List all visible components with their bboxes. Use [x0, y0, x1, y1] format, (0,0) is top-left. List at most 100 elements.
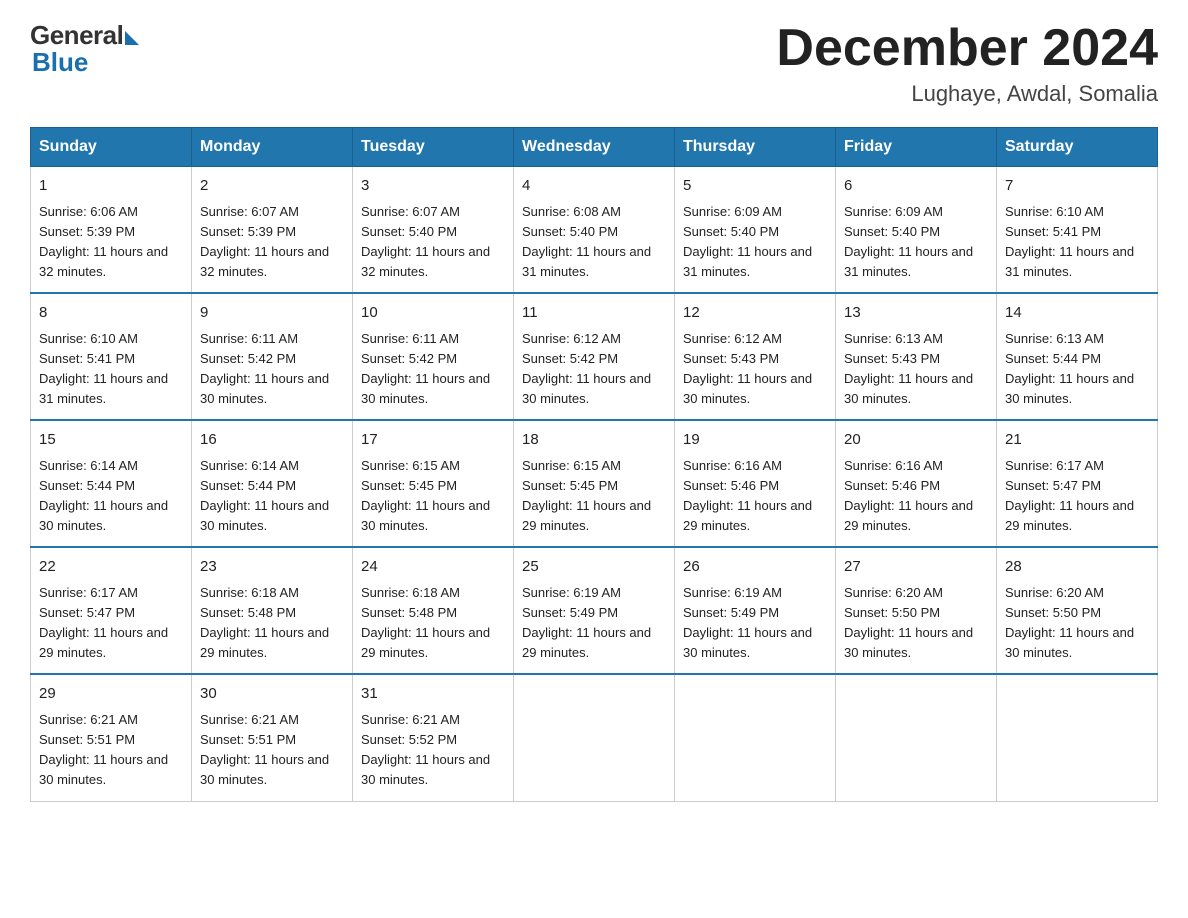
day-info: Sunrise: 6:21 AMSunset: 5:51 PMDaylight:… — [39, 712, 168, 787]
month-title: December 2024 — [776, 20, 1158, 77]
calendar-day-cell: 8 Sunrise: 6:10 AMSunset: 5:41 PMDaylight… — [31, 293, 192, 420]
calendar-day-cell: 13 Sunrise: 6:13 AMSunset: 5:43 PMDayligh… — [836, 293, 997, 420]
day-info: Sunrise: 6:06 AMSunset: 5:39 PMDaylight:… — [39, 204, 168, 279]
day-info: Sunrise: 6:14 AMSunset: 5:44 PMDaylight:… — [39, 458, 168, 533]
day-info: Sunrise: 6:09 AMSunset: 5:40 PMDaylight:… — [844, 204, 973, 279]
day-info: Sunrise: 6:19 AMSunset: 5:49 PMDaylight:… — [683, 585, 812, 660]
calendar-day-cell: 15 Sunrise: 6:14 AMSunset: 5:44 PMDayligh… — [31, 420, 192, 547]
day-info: Sunrise: 6:07 AMSunset: 5:39 PMDaylight:… — [200, 204, 329, 279]
day-number: 14 — [1005, 302, 1149, 325]
page-header: General Blue December 2024 Lughaye, Awda… — [30, 20, 1158, 107]
header-friday: Friday — [836, 128, 997, 167]
day-info: Sunrise: 6:20 AMSunset: 5:50 PMDaylight:… — [844, 585, 973, 660]
day-number: 7 — [1005, 175, 1149, 198]
calendar-week-row: 1Sunrise: 6:06 AMSunset: 5:39 PMDaylight… — [31, 167, 1158, 294]
calendar-day-cell: 5 Sunrise: 6:09 AMSunset: 5:40 PMDaylight… — [675, 167, 836, 294]
day-number: 25 — [522, 556, 666, 579]
day-info: Sunrise: 6:20 AMSunset: 5:50 PMDaylight:… — [1005, 585, 1134, 660]
day-number: 23 — [200, 556, 344, 579]
calendar-day-cell: 28Sunrise: 6:20 AMSunset: 5:50 PMDayligh… — [997, 547, 1158, 674]
day-info: Sunrise: 6:19 AMSunset: 5:49 PMDaylight:… — [522, 585, 651, 660]
day-info: Sunrise: 6:12 AMSunset: 5:42 PMDaylight:… — [522, 331, 651, 406]
day-number: 10 — [361, 302, 505, 325]
header-sunday: Sunday — [31, 128, 192, 167]
calendar-day-cell: 10 Sunrise: 6:11 AMSunset: 5:42 PMDayligh… — [353, 293, 514, 420]
day-info: Sunrise: 6:11 AMSunset: 5:42 PMDaylight:… — [200, 331, 329, 406]
day-number: 27 — [844, 556, 988, 579]
calendar-day-cell: 3 Sunrise: 6:07 AMSunset: 5:40 PMDaylight… — [353, 167, 514, 294]
calendar-week-row: 29 Sunrise: 6:21 AMSunset: 5:51 PMDayligh… — [31, 674, 1158, 801]
day-number: 4 — [522, 175, 666, 198]
logo: General Blue — [30, 20, 139, 78]
day-info: Sunrise: 6:10 AMSunset: 5:41 PMDaylight:… — [1005, 204, 1134, 279]
day-info: Sunrise: 6:13 AMSunset: 5:44 PMDaylight:… — [1005, 331, 1134, 406]
calendar-day-cell: 25 Sunrise: 6:19 AMSunset: 5:49 PMDayligh… — [514, 547, 675, 674]
calendar-week-row: 8 Sunrise: 6:10 AMSunset: 5:41 PMDaylight… — [31, 293, 1158, 420]
calendar-day-cell: 11Sunrise: 6:12 AMSunset: 5:42 PMDayligh… — [514, 293, 675, 420]
day-number: 3 — [361, 175, 505, 198]
header-monday: Monday — [192, 128, 353, 167]
calendar-day-cell: 31 Sunrise: 6:21 AMSunset: 5:52 PMDayligh… — [353, 674, 514, 801]
calendar-day-cell — [514, 674, 675, 801]
calendar-day-cell: 6Sunrise: 6:09 AMSunset: 5:40 PMDaylight… — [836, 167, 997, 294]
day-number: 5 — [683, 175, 827, 198]
day-info: Sunrise: 6:17 AMSunset: 5:47 PMDaylight:… — [1005, 458, 1134, 533]
location-label: Lughaye, Awdal, Somalia — [776, 81, 1158, 107]
calendar-day-cell: 18Sunrise: 6:15 AMSunset: 5:45 PMDayligh… — [514, 420, 675, 547]
calendar-day-cell: 20 Sunrise: 6:16 AMSunset: 5:46 PMDayligh… — [836, 420, 997, 547]
calendar-week-row: 22Sunrise: 6:17 AMSunset: 5:47 PMDayligh… — [31, 547, 1158, 674]
calendar-day-cell: 19Sunrise: 6:16 AMSunset: 5:46 PMDayligh… — [675, 420, 836, 547]
day-info: Sunrise: 6:18 AMSunset: 5:48 PMDaylight:… — [200, 585, 329, 660]
calendar-day-cell: 29 Sunrise: 6:21 AMSunset: 5:51 PMDayligh… — [31, 674, 192, 801]
calendar-day-cell: 23 Sunrise: 6:18 AMSunset: 5:48 PMDayligh… — [192, 547, 353, 674]
calendar-day-cell: 26 Sunrise: 6:19 AMSunset: 5:49 PMDayligh… — [675, 547, 836, 674]
day-info: Sunrise: 6:12 AMSunset: 5:43 PMDaylight:… — [683, 331, 812, 406]
day-number: 24 — [361, 556, 505, 579]
calendar-day-cell — [836, 674, 997, 801]
calendar-day-cell: 21Sunrise: 6:17 AMSunset: 5:47 PMDayligh… — [997, 420, 1158, 547]
day-info: Sunrise: 6:14 AMSunset: 5:44 PMDaylight:… — [200, 458, 329, 533]
calendar-day-cell: 2 Sunrise: 6:07 AMSunset: 5:39 PMDaylight… — [192, 167, 353, 294]
day-info: Sunrise: 6:07 AMSunset: 5:40 PMDaylight:… — [361, 204, 490, 279]
day-number: 2 — [200, 175, 344, 198]
day-number: 13 — [844, 302, 988, 325]
calendar-day-cell: 22Sunrise: 6:17 AMSunset: 5:47 PMDayligh… — [31, 547, 192, 674]
day-number: 18 — [522, 429, 666, 452]
day-info: Sunrise: 6:11 AMSunset: 5:42 PMDaylight:… — [361, 331, 490, 406]
day-number: 26 — [683, 556, 827, 579]
calendar-day-cell: 17Sunrise: 6:15 AMSunset: 5:45 PMDayligh… — [353, 420, 514, 547]
day-info: Sunrise: 6:18 AMSunset: 5:48 PMDaylight:… — [361, 585, 490, 660]
calendar-week-row: 15 Sunrise: 6:14 AMSunset: 5:44 PMDayligh… — [31, 420, 1158, 547]
calendar-day-cell: 9 Sunrise: 6:11 AMSunset: 5:42 PMDaylight… — [192, 293, 353, 420]
day-info: Sunrise: 6:21 AMSunset: 5:52 PMDaylight:… — [361, 712, 490, 787]
day-info: Sunrise: 6:21 AMSunset: 5:51 PMDaylight:… — [200, 712, 329, 787]
calendar-day-cell — [997, 674, 1158, 801]
header-saturday: Saturday — [997, 128, 1158, 167]
day-number: 8 — [39, 302, 183, 325]
logo-arrow-icon — [125, 31, 139, 45]
day-info: Sunrise: 6:16 AMSunset: 5:46 PMDaylight:… — [844, 458, 973, 533]
calendar-table: SundayMondayTuesdayWednesdayThursdayFrid… — [30, 127, 1158, 801]
day-number: 15 — [39, 429, 183, 452]
day-info: Sunrise: 6:13 AMSunset: 5:43 PMDaylight:… — [844, 331, 973, 406]
day-info: Sunrise: 6:10 AMSunset: 5:41 PMDaylight:… — [39, 331, 168, 406]
calendar-day-cell: 16 Sunrise: 6:14 AMSunset: 5:44 PMDayligh… — [192, 420, 353, 547]
header-tuesday: Tuesday — [353, 128, 514, 167]
calendar-day-cell — [675, 674, 836, 801]
day-number: 17 — [361, 429, 505, 452]
day-number: 31 — [361, 683, 505, 706]
day-number: 30 — [200, 683, 344, 706]
day-number: 16 — [200, 429, 344, 452]
day-number: 29 — [39, 683, 183, 706]
title-section: December 2024 Lughaye, Awdal, Somalia — [776, 20, 1158, 107]
calendar-header-row: SundayMondayTuesdayWednesdayThursdayFrid… — [31, 128, 1158, 167]
day-info: Sunrise: 6:09 AMSunset: 5:40 PMDaylight:… — [683, 204, 812, 279]
logo-blue-text: Blue — [32, 47, 88, 78]
day-number: 20 — [844, 429, 988, 452]
calendar-day-cell: 12Sunrise: 6:12 AMSunset: 5:43 PMDayligh… — [675, 293, 836, 420]
day-number: 9 — [200, 302, 344, 325]
calendar-day-cell: 24 Sunrise: 6:18 AMSunset: 5:48 PMDayligh… — [353, 547, 514, 674]
calendar-day-cell: 14 Sunrise: 6:13 AMSunset: 5:44 PMDayligh… — [997, 293, 1158, 420]
day-info: Sunrise: 6:08 AMSunset: 5:40 PMDaylight:… — [522, 204, 651, 279]
calendar-day-cell: 1Sunrise: 6:06 AMSunset: 5:39 PMDaylight… — [31, 167, 192, 294]
